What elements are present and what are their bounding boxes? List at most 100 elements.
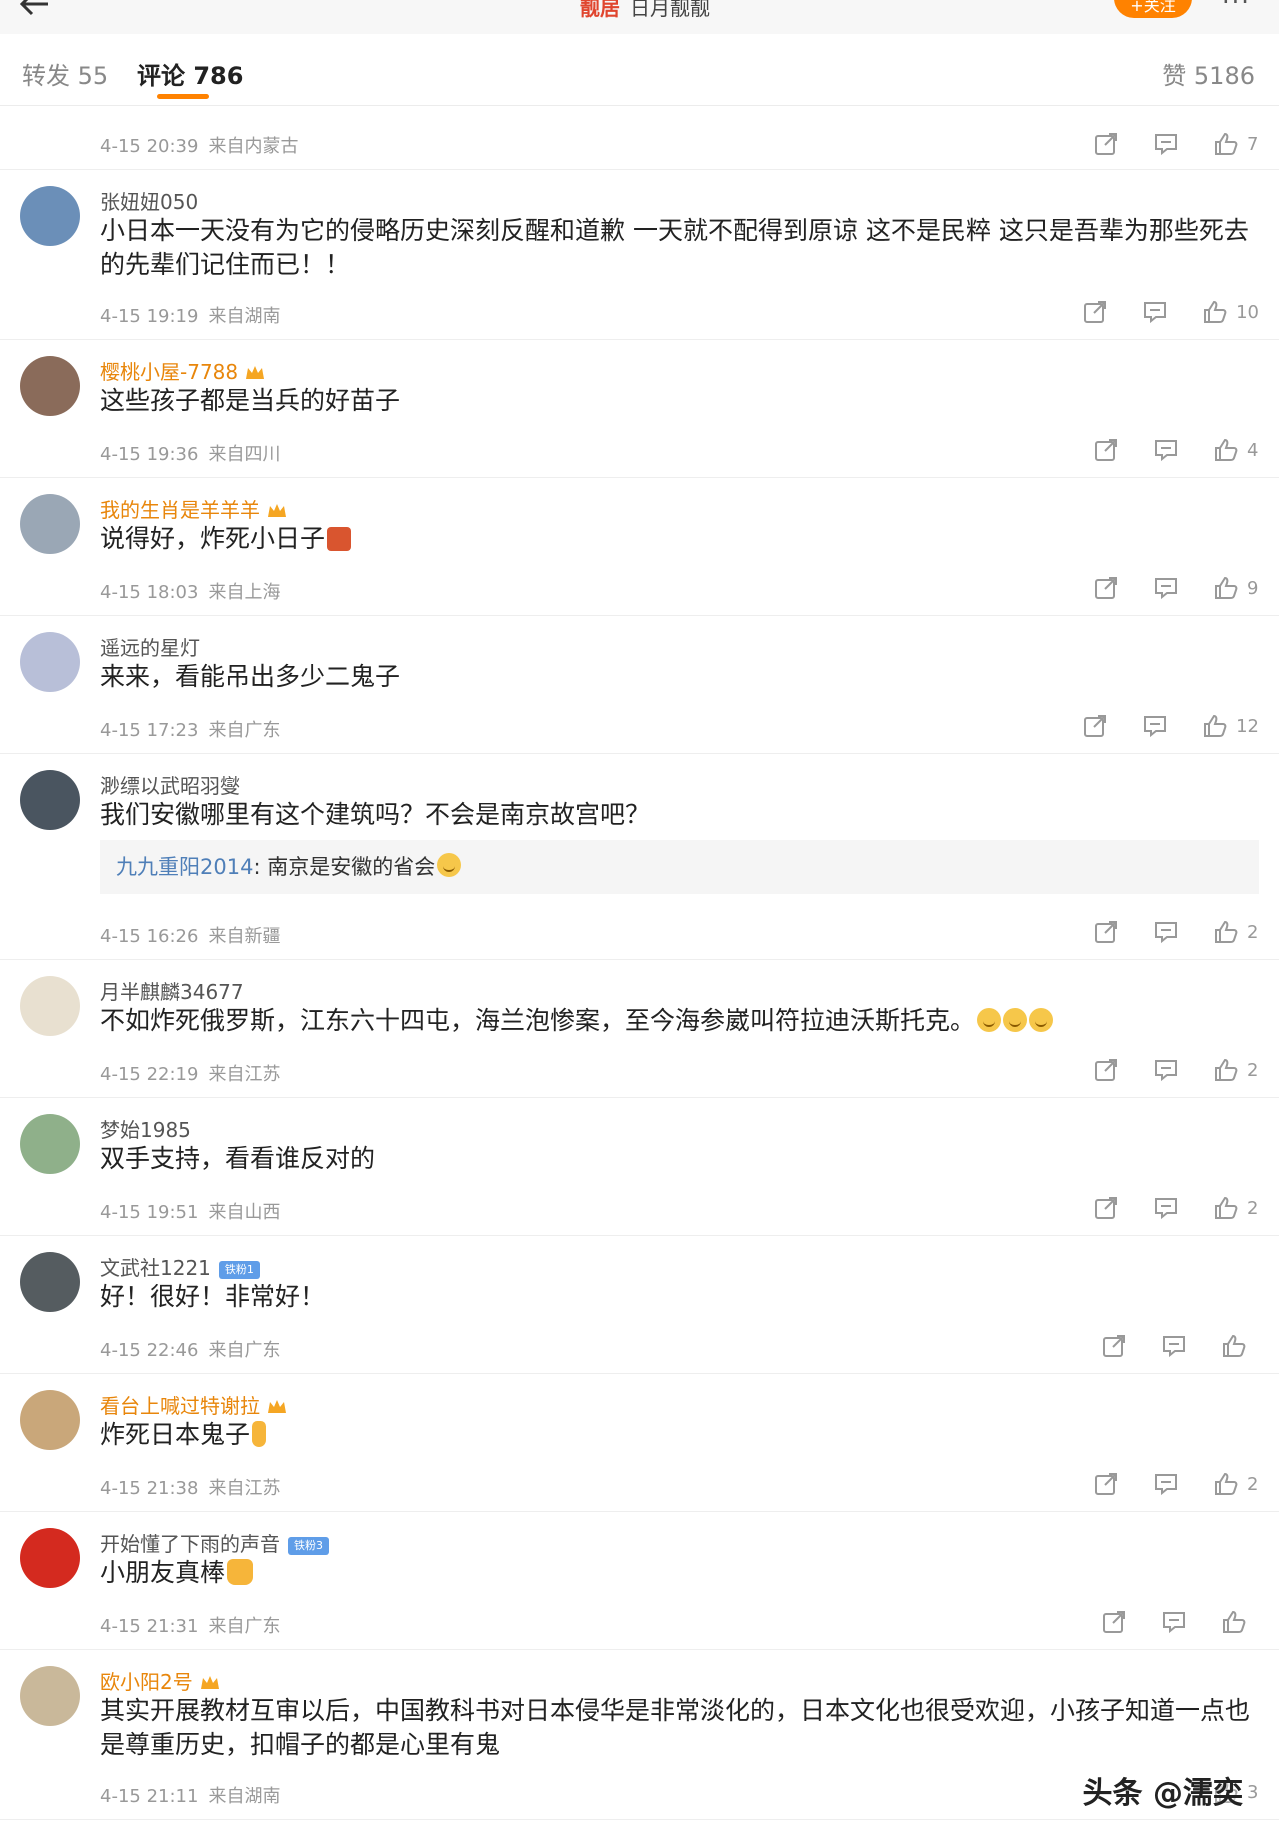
like-button[interactable]: 9	[1213, 575, 1259, 601]
share-icon	[1095, 921, 1117, 943]
reply-button[interactable]	[1161, 1609, 1187, 1635]
avatar[interactable]	[20, 770, 80, 830]
avatar[interactable]	[20, 186, 80, 246]
share-icon	[1095, 1197, 1117, 1219]
share-icon	[1084, 301, 1107, 323]
comment-author[interactable]: 渺缥以武昭羽燮	[100, 770, 240, 799]
thumbs-up-icon	[1223, 1610, 1246, 1633]
follow-button[interactable]: +关注	[1114, 0, 1192, 18]
comment-author[interactable]: 我的生肖是羊羊羊	[100, 494, 288, 523]
like-button[interactable]: 7	[1213, 131, 1259, 157]
comment-author[interactable]: 月半麒麟34677	[100, 976, 244, 1005]
share-icon	[1095, 1059, 1117, 1081]
avatar[interactable]	[20, 356, 80, 416]
comment-meta: 4-15 22:19 来自江苏	[100, 1060, 280, 1086]
like-button[interactable]: 2	[1213, 1195, 1259, 1221]
like-button[interactable]: 2	[1213, 919, 1259, 945]
like-button[interactable]: 10	[1202, 299, 1259, 325]
reply-button[interactable]	[1153, 1195, 1179, 1221]
avatar[interactable]	[20, 976, 80, 1036]
like-button[interactable]: 4	[1213, 437, 1259, 463]
repost-button[interactable]	[1093, 1471, 1119, 1497]
repost-button[interactable]	[1082, 713, 1108, 739]
thumbs-up-icon	[1204, 714, 1227, 737]
comment-item: 我的生肖是羊羊羊 说得好，炸死小日子 4-15 18:03 来自上海 9	[0, 478, 1279, 616]
repost-button[interactable]	[1093, 1057, 1119, 1083]
comment-text-content: 不如炸死俄罗斯，江东六十四屯，海兰泡惨案，至今海参崴叫符拉迪沃斯托克。	[100, 1006, 976, 1035]
comment-icon	[1155, 1474, 1177, 1496]
comment-author[interactable]: 遥远的星灯	[100, 632, 200, 661]
avatar[interactable]	[20, 1390, 80, 1450]
reply-button[interactable]	[1153, 1471, 1179, 1497]
crown-icon	[268, 504, 286, 517]
comment-icon	[1155, 578, 1177, 600]
repost-button[interactable]	[1093, 131, 1119, 157]
comment-author[interactable]: 文武社1221 铁粉1	[100, 1252, 260, 1281]
comment-text: 小朋友真棒	[100, 1556, 1251, 1590]
avatar[interactable]	[20, 1114, 80, 1174]
share-icon	[1095, 439, 1117, 461]
comment-text: 其实开展教材互审以后，中国教科书对日本侵华是非常淡化的，日本文化也很受欢迎，小孩…	[100, 1696, 1251, 1759]
reply-preview[interactable]: 九九重阳2014: 南京是安徽的省会	[100, 840, 1259, 894]
comment-text: 好！很好！非常好！	[100, 1282, 326, 1311]
comment-time: 4-15 22:19	[100, 1064, 199, 1085]
comment-item: 渺缥以武昭羽燮 我们安徽哪里有这个建筑吗？不会是南京故宫吧？ 九九重阳2014:…	[0, 754, 1279, 960]
like-button[interactable]	[1221, 1333, 1247, 1359]
reply-button[interactable]	[1153, 437, 1179, 463]
comment-icon	[1155, 922, 1177, 944]
comment-author[interactable]: 开始懂了下雨的声音 铁粉3	[100, 1528, 329, 1557]
tab-reposts[interactable]: 转发 55	[22, 56, 108, 91]
comment-meta: 4-15 17:23 来自广东	[100, 716, 280, 742]
repost-button[interactable]	[1093, 575, 1119, 601]
back-arrow-icon[interactable]	[18, 0, 58, 16]
reply-button[interactable]	[1161, 1333, 1187, 1359]
reply-button[interactable]	[1153, 575, 1179, 601]
avatar[interactable]	[20, 1528, 80, 1588]
share-icon	[1095, 133, 1117, 155]
like-button[interactable]	[1221, 1609, 1247, 1635]
comment-item: 看台上喊过特谢拉 炸死日本鬼子 4-15 21:38 来自江苏 2	[0, 1374, 1279, 1512]
repost-button[interactable]	[1093, 919, 1119, 945]
like-count: 2	[1247, 921, 1259, 943]
comment-meta: 4-15 18:03 来自上海	[100, 578, 280, 604]
comment-location: 来自广东	[208, 720, 281, 741]
reply-button[interactable]	[1142, 713, 1168, 739]
stamp-emoji-icon	[327, 527, 352, 551]
like-button[interactable]: 2	[1213, 1471, 1259, 1497]
reply-button[interactable]	[1153, 1057, 1179, 1083]
reply-author[interactable]: 九九重阳2014	[116, 855, 253, 879]
comment-text: 小日本一天没有为它的侵略历史深刻反醒和道歉 一天就不配得到原谅 这不是民粹 这只…	[100, 216, 1249, 279]
comment-author[interactable]: 梦始1985	[100, 1114, 191, 1143]
comment-text: 双手支持，看看谁反对的	[100, 1144, 376, 1173]
comment-author[interactable]: 张妞妞050	[100, 186, 198, 215]
avatar[interactable]	[20, 632, 80, 692]
repost-button[interactable]	[1093, 1195, 1119, 1221]
tab-comments[interactable]: 评论 786	[137, 56, 243, 91]
avatar[interactable]	[20, 1252, 80, 1312]
repost-button[interactable]	[1101, 1609, 1127, 1635]
reply-button[interactable]	[1142, 299, 1168, 325]
like-button[interactable]: 12	[1202, 713, 1259, 739]
tab-likes[interactable]: 赞 5186	[1162, 56, 1255, 91]
avatar[interactable]	[20, 1666, 80, 1726]
comment-location: 来自山西	[208, 1202, 281, 1223]
comment-meta: 4-15 19:19 来自湖南	[100, 302, 280, 328]
more-options-icon[interactable]: ···	[1222, 0, 1251, 16]
comment-author[interactable]: 看台上喊过特谢拉	[100, 1390, 288, 1419]
like-button[interactable]: 2	[1213, 1057, 1259, 1083]
comment-author[interactable]: 樱桃小屋-7788	[100, 356, 266, 385]
avatar[interactable]	[20, 494, 80, 554]
repost-button[interactable]	[1093, 437, 1119, 463]
reply-button[interactable]	[1153, 919, 1179, 945]
like-count: 2	[1247, 1473, 1259, 1495]
reply-button[interactable]	[1153, 131, 1179, 157]
comment-meta: 4-15 21:38 来自江苏	[100, 1474, 280, 1500]
repost-button[interactable]	[1082, 299, 1108, 325]
repost-button[interactable]	[1101, 1333, 1127, 1359]
comment-meta: 4-15 19:36 来自四川	[100, 440, 280, 466]
comment-meta: 4-15 16:26 来自新疆	[100, 922, 280, 948]
like-count: 9	[1247, 577, 1259, 599]
comment-text: 我们安徽哪里有这个建筑吗？不会是南京故宫吧？	[100, 800, 651, 829]
comment-author[interactable]: 欧小阳2号	[100, 1666, 221, 1695]
smile-emoji-icon	[1029, 1008, 1054, 1032]
